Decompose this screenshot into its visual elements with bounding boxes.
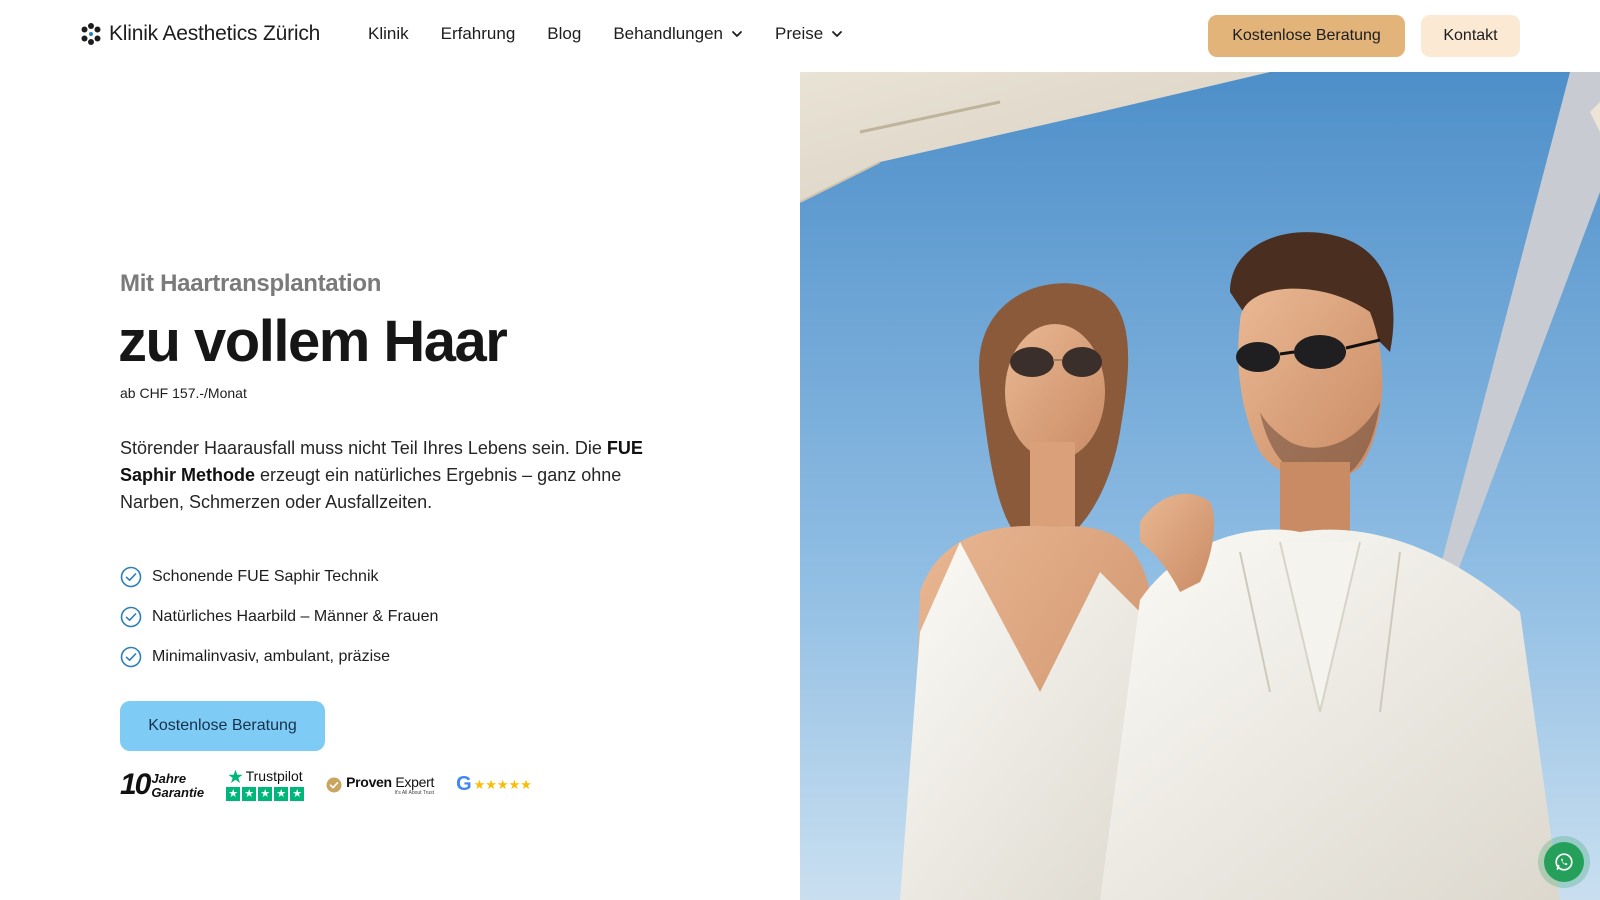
provenexpert-label: Proven Expert [346, 774, 434, 790]
nav-label: Preise [775, 24, 824, 43]
site-header: Klinik Aesthetics Zürich Klinik Erfahrun… [0, 0, 1600, 72]
nav-label: Klinik [368, 24, 409, 43]
check-circle-icon [120, 646, 142, 668]
star-icon: ★ [258, 787, 273, 801]
contact-button[interactable]: Kontakt [1421, 15, 1520, 57]
feature-label: Natürliches Haarbild – Männer & Frauen [152, 608, 439, 625]
google-rating-badge[interactable]: G ★★★★★ [456, 773, 532, 796]
provenexpert-check-icon [326, 777, 342, 792]
feature-label: Schonende FUE Saphir Technik [152, 568, 379, 585]
brand-logo[interactable]: Klinik Aesthetics Zürich [79, 22, 320, 46]
chevron-down-icon [832, 31, 843, 37]
nav-item-blog[interactable]: Blog [547, 24, 581, 44]
guarantee-number: 10 [120, 767, 151, 801]
hero-couple-image [800, 72, 1600, 900]
trustpilot-star-icon [227, 769, 243, 783]
proven-rest: Expert [395, 773, 435, 790]
guarantee-line2: Garantie [151, 784, 205, 800]
hero-price: ab CHF 157.-/Monat [120, 385, 247, 401]
guarantee-badge: 10 Jahre Garantie [120, 767, 205, 801]
trustpilot-label: Trustpilot [245, 768, 303, 784]
nav-item-preise[interactable]: Preise [775, 24, 843, 44]
provenexpert-badge[interactable]: Proven Expert It's All About Trust [326, 774, 434, 796]
star-icon: ★ [226, 787, 241, 801]
brand-name: Klinik Aesthetics Zürich [109, 22, 321, 45]
provenexpert-sub: It's All About Trust [394, 789, 435, 796]
feature-list: Schonende FUE Saphir Technik Natürliches… [120, 557, 438, 677]
desc-text: Störender Haarausfall muss nicht Teil Ih… [120, 438, 607, 458]
chevron-down-icon [732, 31, 742, 37]
whatsapp-button[interactable] [1544, 842, 1584, 882]
star-icon: ★ [290, 787, 305, 801]
header-consultation-button[interactable]: Kostenlose Beratung [1208, 15, 1405, 57]
whatsapp-icon [1555, 853, 1573, 871]
star-icon: ★ [242, 787, 257, 801]
feature-item: Minimalinvasiv, ambulant, präzise [120, 637, 438, 677]
feature-item: Schonende FUE Saphir Technik [120, 557, 438, 597]
hero-photo [800, 72, 1600, 900]
nav-label: Behandlungen [613, 24, 723, 43]
hero-headline: zu vollem Haar [118, 309, 508, 374]
hero-eyebrow: Mit Haartransplantation [120, 270, 382, 297]
check-circle-icon [120, 566, 142, 588]
feature-label: Minimalinvasiv, ambulant, präzise [152, 648, 391, 665]
main-nav: Klinik Erfahrung Blog Behandlungen Preis… [368, 24, 843, 44]
proven-bold: Proven [346, 773, 392, 790]
hero-consultation-button[interactable]: Kostenlose Beratung [120, 701, 325, 751]
trustpilot-rating: ★ ★ ★ ★ ★ [226, 787, 305, 801]
trustpilot-badge[interactable]: Trustpilot ★ ★ ★ ★ ★ [226, 768, 305, 801]
google-stars: ★★★★★ [473, 776, 532, 792]
check-circle-icon [120, 606, 142, 628]
provenexpert-wordmark: Proven Expert It's All About Trust [346, 774, 434, 796]
trustpilot-logo: Trustpilot [227, 768, 303, 784]
guarantee-words: Jahre Garantie [151, 770, 205, 800]
google-icon: G [456, 773, 472, 795]
hero-description: Störender Haarausfall muss nicht Teil Ih… [120, 435, 680, 516]
feature-item: Natürliches Haarbild – Männer & Frauen [120, 597, 438, 637]
star-icon: ★ [274, 787, 289, 801]
nav-label: Blog [547, 24, 582, 43]
guarantee-line1: Jahre [151, 770, 187, 786]
nav-item-erfahrung[interactable]: Erfahrung [441, 24, 516, 44]
flower-logo-icon [81, 23, 101, 45]
trust-badges: 10 Jahre Garantie Trustpilot ★ ★ ★ ★ ★ Pr… [120, 768, 532, 801]
nav-item-klinik[interactable]: Klinik [368, 24, 409, 44]
nav-label: Erfahrung [440, 24, 516, 43]
nav-item-behandlungen[interactable]: Behandlungen [613, 24, 743, 44]
